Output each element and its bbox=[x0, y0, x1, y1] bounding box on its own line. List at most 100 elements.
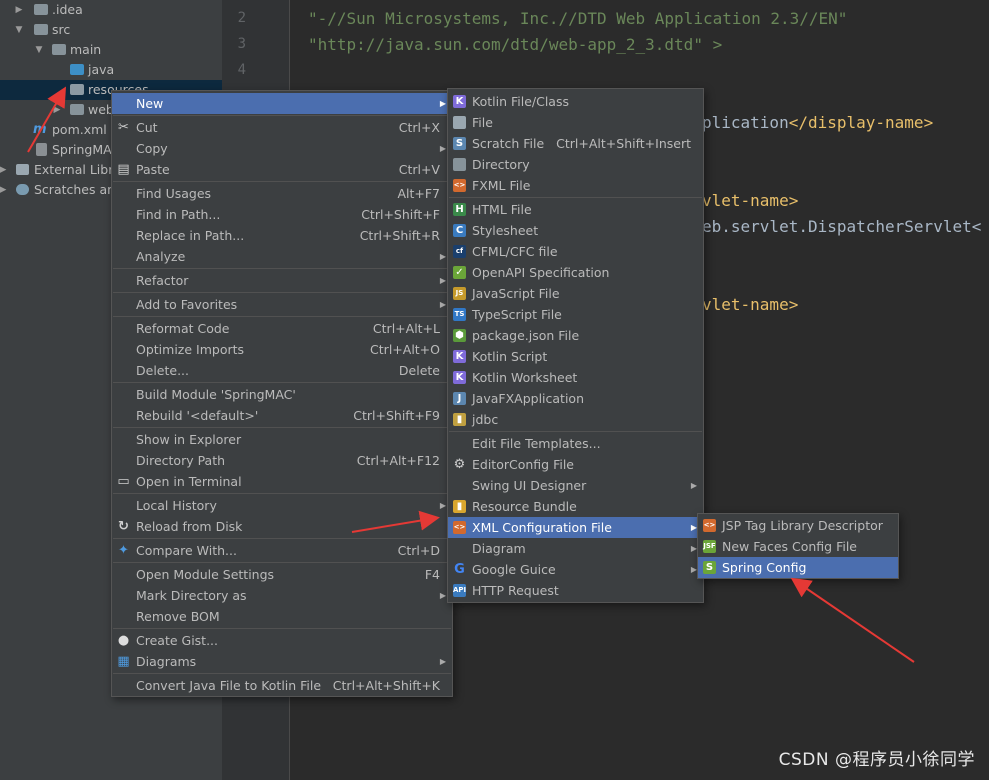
context-menu-item-find-usages[interactable]: Find Usages Alt+F7 bbox=[112, 183, 452, 204]
new-menu-item-google-guice[interactable]: G Google Guice ▶ bbox=[448, 559, 703, 580]
new-menu-item-kotlin-script[interactable]: K Kotlin Script bbox=[448, 346, 703, 367]
context-menu-item-directory-path[interactable]: Directory Path Ctrl+Alt+F12 bbox=[112, 450, 452, 471]
menu-item-label: Diagrams bbox=[136, 654, 197, 669]
menu-item-label: Show in Explorer bbox=[136, 432, 242, 447]
xml-menu-item-new-faces-config-file[interactable]: JSF New Faces Config File bbox=[698, 536, 898, 557]
tree-item-label: main bbox=[70, 42, 102, 57]
shortcut-label: Ctrl+D bbox=[397, 543, 440, 558]
new-menu-item-swing-ui-designer[interactable]: Swing UI Designer ▶ bbox=[448, 475, 703, 496]
web-folder-icon bbox=[70, 104, 84, 115]
new-menu-item-fxml-file[interactable]: <> FXML File bbox=[448, 175, 703, 196]
menu-item-label: Stylesheet bbox=[472, 223, 539, 238]
new-menu-item-jdbc[interactable]: ▮ jdbc bbox=[448, 409, 703, 430]
new-menu-item-edit-file-templates[interactable]: Edit File Templates... bbox=[448, 433, 703, 454]
expand-arrow-icon[interactable]: ▶ bbox=[14, 0, 24, 20]
context-menu-item-build-module-springmac[interactable]: Build Module 'SpringMAC' bbox=[112, 384, 452, 405]
context-menu: New ▶ ✂ Cut Ctrl+X Copy ▶ ▤ Paste Ctrl+V Find Usag… bbox=[111, 90, 453, 697]
new-menu-item-file[interactable]: File bbox=[448, 112, 703, 133]
context-menu-item-create-gist[interactable]: ● Create Gist... bbox=[112, 630, 452, 651]
context-menu-item-show-in-explorer[interactable]: Show in Explorer bbox=[112, 429, 452, 450]
new-menu-item-xml-configuration-file[interactable]: <> XML Configuration File ▶ bbox=[448, 517, 703, 538]
context-menu-item-copy[interactable]: Copy ▶ bbox=[112, 138, 452, 159]
submenu-arrow-icon: ▶ bbox=[439, 144, 446, 153]
folder-icon bbox=[34, 24, 48, 35]
context-menu-item-reload-from-disk[interactable]: ↻ Reload from Disk bbox=[112, 516, 452, 537]
tree-item-label: pom.xml bbox=[52, 122, 107, 137]
tree-item-src[interactable]: ▼ src bbox=[0, 20, 222, 40]
new-menu-item-http-request[interactable]: API HTTP Request bbox=[448, 580, 703, 601]
context-menu-item-open-in-terminal[interactable]: ▭ Open in Terminal bbox=[112, 471, 452, 492]
xml-menu-item-spring-config[interactable]: S Spring Config bbox=[698, 557, 898, 578]
cfml-icon: cf bbox=[453, 245, 466, 258]
new-menu-item-typescript-file[interactable]: TS TypeScript File bbox=[448, 304, 703, 325]
menu-separator bbox=[113, 316, 451, 317]
diagrams-icon: ▦ bbox=[117, 654, 130, 669]
context-menu-item-new[interactable]: New ▶ bbox=[112, 93, 452, 114]
new-menu-item-diagram[interactable]: Diagram ▶ bbox=[448, 538, 703, 559]
menu-item-label: Create Gist... bbox=[136, 633, 219, 648]
context-menu-item-cut[interactable]: ✂ Cut Ctrl+X bbox=[112, 117, 452, 138]
tree-item-java[interactable]: java bbox=[0, 60, 222, 80]
context-menu-item-paste[interactable]: ▤ Paste Ctrl+V bbox=[112, 159, 452, 180]
expand-arrow-icon[interactable]: ▼ bbox=[14, 20, 24, 40]
tree-item-label: java bbox=[88, 62, 115, 77]
tree-item-label: External Libra bbox=[34, 162, 122, 177]
new-menu-item-stylesheet[interactable]: C Stylesheet bbox=[448, 220, 703, 241]
code-line: eb.servlet.DispatcherServlet< bbox=[702, 217, 982, 236]
context-menu-item-open-module-settings[interactable]: Open Module Settings F4 bbox=[112, 564, 452, 585]
tree-item-main[interactable]: ▼ main bbox=[0, 40, 222, 60]
code-line: vlet-name> bbox=[702, 295, 799, 314]
new-menu-item-directory[interactable]: Directory bbox=[448, 154, 703, 175]
shortcut-label: Ctrl+V bbox=[398, 162, 440, 177]
new-menu-item-kotlin-file-class[interactable]: K Kotlin File/Class bbox=[448, 91, 703, 112]
new-menu-item-cfml-cfc-file[interactable]: cf CFML/CFC file bbox=[448, 241, 703, 262]
context-menu-item-compare-with[interactable]: ✦ Compare With... Ctrl+D bbox=[112, 540, 452, 561]
menu-item-label: Mark Directory as bbox=[136, 588, 247, 603]
new-menu-item-package-json-file[interactable]: ⬢ package.json File bbox=[448, 325, 703, 346]
shortcut-label: Ctrl+Alt+F12 bbox=[356, 453, 440, 468]
new-menu-item-kotlin-worksheet[interactable]: K Kotlin Worksheet bbox=[448, 367, 703, 388]
context-menu-item-find-in-path[interactable]: Find in Path... Ctrl+Shift+F bbox=[112, 204, 452, 225]
new-menu-item-openapi-specification[interactable]: ✓ OpenAPI Specification bbox=[448, 262, 703, 283]
menu-separator bbox=[113, 628, 451, 629]
context-menu-item-refactor[interactable]: Refactor ▶ bbox=[112, 270, 452, 291]
context-menu-item-diagrams[interactable]: ▦ Diagrams ▶ bbox=[112, 651, 452, 672]
new-menu-item-resource-bundle[interactable]: ▮ Resource Bundle bbox=[448, 496, 703, 517]
menu-separator bbox=[113, 493, 451, 494]
menu-item-label: Kotlin Script bbox=[472, 349, 548, 364]
context-menu-item-mark-directory-as[interactable]: Mark Directory as ▶ bbox=[112, 585, 452, 606]
expand-arrow-icon[interactable]: ▶ bbox=[0, 160, 8, 180]
new-menu-item-editorconfig-file[interactable]: ⚙ EditorConfig File bbox=[448, 454, 703, 475]
expand-arrow-icon[interactable]: ▶ bbox=[0, 180, 8, 200]
expand-arrow-icon[interactable]: ▼ bbox=[34, 40, 44, 60]
submenu-arrow-icon: ▶ bbox=[439, 591, 446, 600]
context-menu-item-analyze[interactable]: Analyze ▶ bbox=[112, 246, 452, 267]
menu-item-label: New bbox=[136, 96, 164, 111]
context-menu-item-local-history[interactable]: Local History ▶ bbox=[112, 495, 452, 516]
tree-item-label: web bbox=[88, 102, 114, 117]
jdbc-icon: ▮ bbox=[453, 413, 466, 426]
new-menu-item-scratch-file[interactable]: S Scratch File Ctrl+Alt+Shift+Insert bbox=[448, 133, 703, 154]
kotlin-script-icon: K bbox=[453, 350, 466, 363]
context-menu-item-add-to-favorites[interactable]: Add to Favorites ▶ bbox=[112, 294, 452, 315]
tree-item-idea[interactable]: ▶ .idea bbox=[0, 0, 222, 20]
context-menu-item-rebuild-default[interactable]: Rebuild '<default>' Ctrl+Shift+F9 bbox=[112, 405, 452, 426]
context-menu-item-remove-bom[interactable]: Remove BOM bbox=[112, 606, 452, 627]
maven-icon: m bbox=[33, 122, 47, 137]
new-menu-item-javafxapplication[interactable]: J JavaFXApplication bbox=[448, 388, 703, 409]
context-menu-item-reformat-code[interactable]: Reformat Code Ctrl+Alt+L bbox=[112, 318, 452, 339]
context-menu-item-optimize-imports[interactable]: Optimize Imports Ctrl+Alt+O bbox=[112, 339, 452, 360]
expand-arrow-icon[interactable]: ▶ bbox=[52, 100, 62, 120]
context-menu-item-delete[interactable]: Delete... Delete bbox=[112, 360, 452, 381]
paste-icon: ▤ bbox=[117, 162, 130, 177]
javafx-icon: J bbox=[453, 392, 466, 405]
context-menu-item-replace-in-path[interactable]: Replace in Path... Ctrl+Shift+R bbox=[112, 225, 452, 246]
menu-item-label: jdbc bbox=[472, 412, 499, 427]
menu-item-label: JavaFXApplication bbox=[472, 391, 584, 406]
kotlin-worksheet-icon: K bbox=[453, 371, 466, 384]
new-menu-item-html-file[interactable]: H HTML File bbox=[448, 199, 703, 220]
menu-item-label: FXML File bbox=[472, 178, 531, 193]
xml-menu-item-jsp-tag-library-descriptor[interactable]: <> JSP Tag Library Descriptor bbox=[698, 515, 898, 536]
context-menu-item-convert-java-file-to-kotlin-file[interactable]: Convert Java File to Kotlin File Ctrl+Alt… bbox=[112, 675, 452, 696]
new-menu-item-javascript-file[interactable]: JS JavaScript File bbox=[448, 283, 703, 304]
